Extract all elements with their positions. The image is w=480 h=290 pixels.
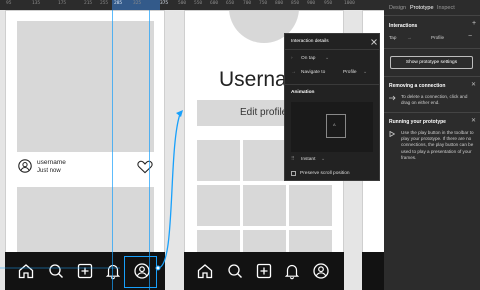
bottom-nav-bar <box>184 252 344 290</box>
divider <box>384 15 480 16</box>
edit-profile-label: Edit profile <box>240 107 288 118</box>
ruler-tick: 255 <box>100 1 109 6</box>
ruler-tick: 850 <box>291 1 300 6</box>
ruler-tick: 950 <box>324 1 333 6</box>
connection-icon <box>389 95 396 101</box>
ruler-tick: 650 <box>226 1 235 6</box>
ruler-tick: 175 <box>58 1 67 6</box>
ruler-tick: 900 <box>307 1 316 6</box>
trigger-dropdown[interactable]: › On tap ⌄ <box>289 54 349 63</box>
transition-value: Instant <box>301 157 316 162</box>
tab-inspect[interactable]: Inspect <box>437 5 455 11</box>
ruler-tick: 500 <box>178 1 187 6</box>
close-icon[interactable]: ✕ <box>471 117 476 124</box>
animation-heading: Animation <box>291 90 315 95</box>
divider <box>384 48 480 49</box>
interactions-heading: Interactions <box>389 23 418 29</box>
notifications-bell-icon[interactable] <box>283 262 301 280</box>
preserve-scroll-checkbox[interactable] <box>291 171 296 176</box>
ruler-tick: 95 <box>6 1 12 6</box>
close-icon[interactable] <box>371 39 377 45</box>
ruler-tick: 375 <box>160 1 169 6</box>
divider <box>285 84 379 85</box>
preview-frame: A <box>326 114 346 138</box>
interaction-details-popup: Interaction details › On tap ⌄ → Navigat… <box>284 33 380 181</box>
show-prototype-settings-label: Show prototype settings <box>405 60 458 65</box>
chevron-right-icon: › <box>291 56 293 61</box>
preview-frame-label: A <box>333 122 336 127</box>
add-post-icon[interactable] <box>255 262 273 280</box>
transition-dropdown[interactable]: ⠿ Instant ⌄ <box>289 155 349 164</box>
ruler-tick: 1000 <box>344 1 355 6</box>
divider <box>285 49 379 50</box>
arrow-right-icon: → <box>291 70 296 75</box>
animation-preview: A <box>291 102 373 152</box>
profile-nav-icon[interactable] <box>312 262 330 280</box>
destination-value: Profile <box>343 70 357 75</box>
ruler-tick: 550 <box>194 1 203 6</box>
ruler-tick: 135 <box>32 1 41 6</box>
grid-photo <box>197 140 240 181</box>
ruler-tick: 285 <box>114 1 123 6</box>
divider <box>384 112 480 113</box>
ruler-tick: 325 <box>133 1 142 6</box>
add-interaction-icon[interactable]: + <box>472 20 476 27</box>
running-prototype-heading: Running your prototype <box>389 119 446 125</box>
ruler-tick: 700 <box>243 1 252 6</box>
interaction-row[interactable]: Tap → Profile − <box>387 33 477 43</box>
chevron-down-icon: ⌄ <box>321 157 326 162</box>
play-icon <box>389 131 395 137</box>
grid-photo <box>243 185 286 226</box>
grid-photo <box>197 185 240 226</box>
properties-panel: Design Prototype Inspect Interactions + … <box>384 0 480 290</box>
trigger-value: On tap <box>301 56 316 61</box>
action-value: Navigate to <box>301 70 326 75</box>
ruler-tick: 800 <box>275 1 284 6</box>
ruler-tick: 215 <box>84 1 93 6</box>
grid-photo <box>289 185 332 226</box>
search-icon[interactable] <box>226 262 244 280</box>
interaction-target: Profile <box>431 35 445 40</box>
arrow-right-icon: → <box>407 35 412 40</box>
close-icon[interactable]: ✕ <box>471 81 476 88</box>
grid-dots-icon: ⠿ <box>291 157 295 162</box>
home-icon[interactable] <box>196 262 214 280</box>
ruler-tick: 750 <box>259 1 268 6</box>
remove-interaction-icon[interactable]: − <box>468 33 472 40</box>
horizontal-ruler: 95 135 175 215 255 285 325 375 500 550 6… <box>0 0 384 10</box>
ruler-tick: 600 <box>210 1 219 6</box>
tab-prototype[interactable]: Prototype <box>410 5 434 11</box>
bottom-nav-bar <box>362 252 384 290</box>
grid-photo <box>243 140 286 181</box>
preserve-scroll-label: Preserve scroll position <box>300 171 350 176</box>
chevron-down-icon: ⌄ <box>363 70 368 75</box>
popup-title: Interaction details <box>291 39 329 44</box>
removing-connection-text: To delete a connection, click and drag o… <box>401 94 468 106</box>
profile-username: Userna <box>219 68 287 91</box>
chevron-down-icon: ⌄ <box>325 56 330 61</box>
show-prototype-settings-button[interactable]: Show prototype settings <box>390 56 473 69</box>
running-prototype-text: Use the play button in the toolbar to pl… <box>401 130 474 160</box>
tab-design[interactable]: Design <box>389 5 406 11</box>
divider <box>384 76 480 77</box>
interaction-trigger: Tap <box>389 35 397 40</box>
removing-connection-heading: Removing a connection <box>389 83 446 89</box>
destination-dropdown[interactable]: Profile ⌄ <box>341 68 377 77</box>
